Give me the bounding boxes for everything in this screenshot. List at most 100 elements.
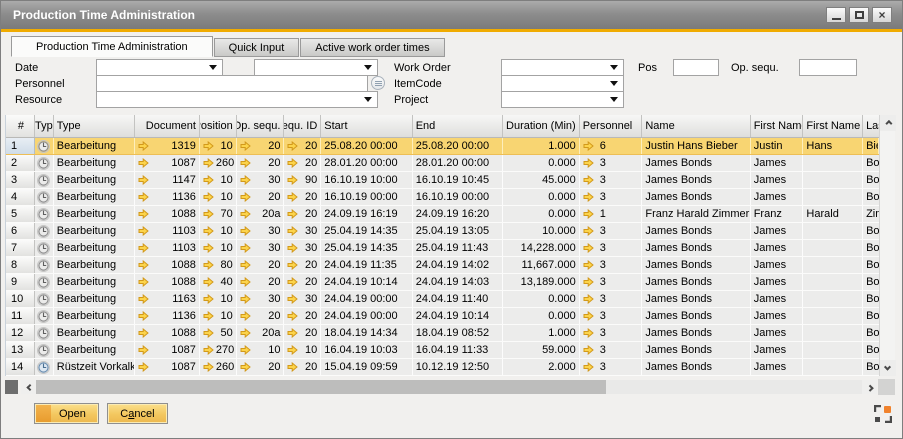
link-arrow-icon[interactable]: [240, 277, 251, 287]
resource-dropdown[interactable]: [96, 91, 378, 108]
cancel-button[interactable]: Cancel: [107, 403, 168, 424]
col-header-personnel[interactable]: Personnel: [580, 115, 643, 137]
open-button[interactable]: Open: [34, 403, 99, 424]
col-header-first-name[interactable]: First Name: [751, 115, 804, 137]
row-number-cell[interactable]: 1: [6, 138, 35, 154]
tab-active-work-order-times[interactable]: Active work order times: [300, 38, 444, 57]
col-header-document[interactable]: Document: [135, 115, 200, 137]
link-arrow-icon[interactable]: [138, 243, 149, 253]
col-header-number[interactable]: #: [6, 115, 35, 137]
link-arrow-icon[interactable]: [583, 328, 594, 338]
link-arrow-icon[interactable]: [203, 243, 214, 253]
table-row[interactable]: 2 Bearbeitung 1087 260 20 20 28.01.20 00: [6, 155, 879, 172]
row-number-cell[interactable]: 9: [6, 274, 35, 290]
personnel-input[interactable]: [97, 76, 367, 91]
link-arrow-icon[interactable]: [203, 345, 214, 355]
link-arrow-icon[interactable]: [203, 362, 214, 372]
scroll-down-button[interactable]: [880, 360, 896, 376]
row-number-cell[interactable]: 8: [6, 257, 35, 273]
link-arrow-icon[interactable]: [583, 209, 594, 219]
hscroll-track[interactable]: [36, 380, 862, 394]
tab-production-time-administration[interactable]: Production Time Administration: [11, 36, 213, 57]
col-header-typ-icon[interactable]: Typ: [35, 115, 54, 137]
table-row[interactable]: 14 Rüstzeit Vorkalkulation 1087 260 20 2…: [6, 359, 879, 376]
col-header-op-sequ[interactable]: Op. sequ.: [237, 115, 285, 137]
row-number-cell[interactable]: 11: [6, 308, 35, 324]
link-arrow-icon[interactable]: [240, 192, 251, 202]
table-row[interactable]: 9 Bearbeitung 1088 40 20 20 24.04.19 10:: [6, 274, 879, 291]
link-arrow-icon[interactable]: [138, 226, 149, 236]
link-arrow-icon[interactable]: [203, 226, 214, 236]
date-to-dropdown[interactable]: [254, 59, 378, 76]
link-arrow-icon[interactable]: [240, 175, 251, 185]
col-header-position[interactable]: Position: [200, 115, 237, 137]
row-number-cell[interactable]: 2: [6, 155, 35, 171]
link-arrow-icon[interactable]: [287, 311, 298, 321]
link-arrow-icon[interactable]: [583, 175, 594, 185]
table-row[interactable]: 12 Bearbeitung 1088 50 20a 20 18.04.19 1: [6, 325, 879, 342]
link-arrow-icon[interactable]: [203, 294, 214, 304]
link-arrow-icon[interactable]: [583, 226, 594, 236]
table-row[interactable]: 4 Bearbeitung 1136 10 20 20 16.10.19 00:: [6, 189, 879, 206]
expand-form-icon[interactable]: [874, 405, 892, 423]
maximize-button[interactable]: [849, 7, 869, 23]
row-number-cell[interactable]: 4: [6, 189, 35, 205]
close-button[interactable]: ×: [872, 7, 892, 23]
link-arrow-icon[interactable]: [287, 294, 298, 304]
link-arrow-icon[interactable]: [287, 328, 298, 338]
link-arrow-icon[interactable]: [138, 209, 149, 219]
link-arrow-icon[interactable]: [240, 345, 251, 355]
col-header-first-name2[interactable]: First Name 2: [803, 115, 863, 137]
col-header-name[interactable]: Name: [642, 115, 750, 137]
link-arrow-icon[interactable]: [240, 141, 251, 151]
scroll-right-button[interactable]: [862, 380, 877, 394]
table-row[interactable]: 1 Bearbeitung 1319 10 20 20 25.08.20 00:: [6, 138, 879, 155]
link-arrow-icon[interactable]: [240, 243, 251, 253]
link-arrow-icon[interactable]: [287, 158, 298, 168]
pos-input[interactable]: [674, 60, 718, 75]
link-arrow-icon[interactable]: [240, 158, 251, 168]
table-row[interactable]: 7 Bearbeitung 1103 10 30 30 25.04.19 14:: [6, 240, 879, 257]
link-arrow-icon[interactable]: [583, 362, 594, 372]
link-arrow-icon[interactable]: [203, 158, 214, 168]
hscroll-thumb[interactable]: [36, 380, 606, 394]
link-arrow-icon[interactable]: [240, 260, 251, 270]
link-arrow-icon[interactable]: [203, 328, 214, 338]
link-arrow-icon[interactable]: [240, 226, 251, 236]
link-arrow-icon[interactable]: [240, 311, 251, 321]
row-number-cell[interactable]: 7: [6, 240, 35, 256]
row-number-cell[interactable]: 3: [6, 172, 35, 188]
link-arrow-icon[interactable]: [138, 260, 149, 270]
link-arrow-icon[interactable]: [203, 260, 214, 270]
row-number-cell[interactable]: 6: [6, 223, 35, 239]
col-header-duration[interactable]: Duration (Min): [503, 115, 580, 137]
row-number-cell[interactable]: 12: [6, 325, 35, 341]
personnel-choose-list-icon[interactable]: [371, 76, 385, 90]
link-arrow-icon[interactable]: [583, 243, 594, 253]
link-arrow-icon[interactable]: [203, 175, 214, 185]
link-arrow-icon[interactable]: [138, 294, 149, 304]
table-row[interactable]: 5 Bearbeitung 1088 70 20a 20 24.09.19 16: [6, 206, 879, 223]
row-number-cell[interactable]: 13: [6, 342, 35, 358]
table-row[interactable]: 3 Bearbeitung 1147 10 30 90 16.10.19 10:: [6, 172, 879, 189]
link-arrow-icon[interactable]: [583, 277, 594, 287]
table-row[interactable]: 10 Bearbeitung 1163 10 30 30 24.04.19 00: [6, 291, 879, 308]
table-row[interactable]: 8 Bearbeitung 1088 80 20 20 24.04.19 11:: [6, 257, 879, 274]
link-arrow-icon[interactable]: [240, 294, 251, 304]
scroll-left-button[interactable]: [21, 380, 36, 394]
link-arrow-icon[interactable]: [583, 311, 594, 321]
link-arrow-icon[interactable]: [138, 277, 149, 287]
link-arrow-icon[interactable]: [287, 260, 298, 270]
row-number-cell[interactable]: 5: [6, 206, 35, 222]
split-handle[interactable]: [5, 380, 18, 394]
link-arrow-icon[interactable]: [138, 175, 149, 185]
work-order-dropdown[interactable]: [501, 59, 624, 76]
title-bar[interactable]: Production Time Administration ×: [1, 1, 902, 29]
link-arrow-icon[interactable]: [240, 209, 251, 219]
link-arrow-icon[interactable]: [240, 362, 251, 372]
link-arrow-icon[interactable]: [583, 345, 594, 355]
link-arrow-icon[interactable]: [287, 243, 298, 253]
link-arrow-icon[interactable]: [583, 294, 594, 304]
col-header-start[interactable]: Start: [321, 115, 412, 137]
link-arrow-icon[interactable]: [203, 277, 214, 287]
